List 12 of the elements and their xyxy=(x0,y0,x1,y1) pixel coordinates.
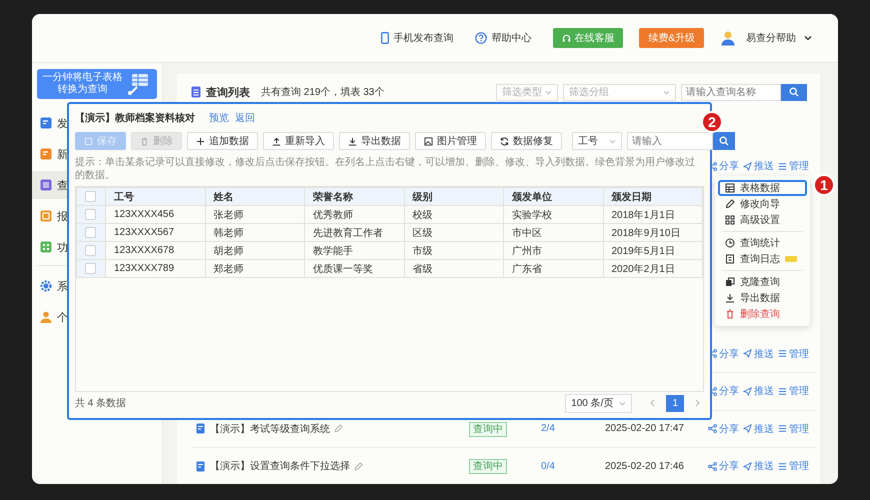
created-date: 2025-02-20 17:46 xyxy=(605,460,684,472)
panel-title: 查询列表 xyxy=(206,86,250,100)
banner-text: 转换为查询 xyxy=(58,84,108,96)
dialog-title: 【演示】教师档案资料核对 xyxy=(75,111,195,125)
query-summary: 共有查询 219个，填表 33个 xyxy=(261,86,384,99)
record-count: 共 4 条数据 xyxy=(75,396,126,410)
created-date: 2025-02-20 17:47 xyxy=(605,423,684,434)
status-tag: 查询中 xyxy=(469,422,507,437)
hint-text: 提示：单击某条记录可以直接修改，修改后点击保存按钮。在列名上点击右键，可以增加、删除、修改、导入列数据。绿色背景为用户修改过的数据。 xyxy=(75,156,696,182)
step-marker: 1 xyxy=(813,174,835,196)
banner-text: 一分钟将电子表格 xyxy=(42,72,122,84)
status-tag: 查询中 xyxy=(469,459,507,474)
